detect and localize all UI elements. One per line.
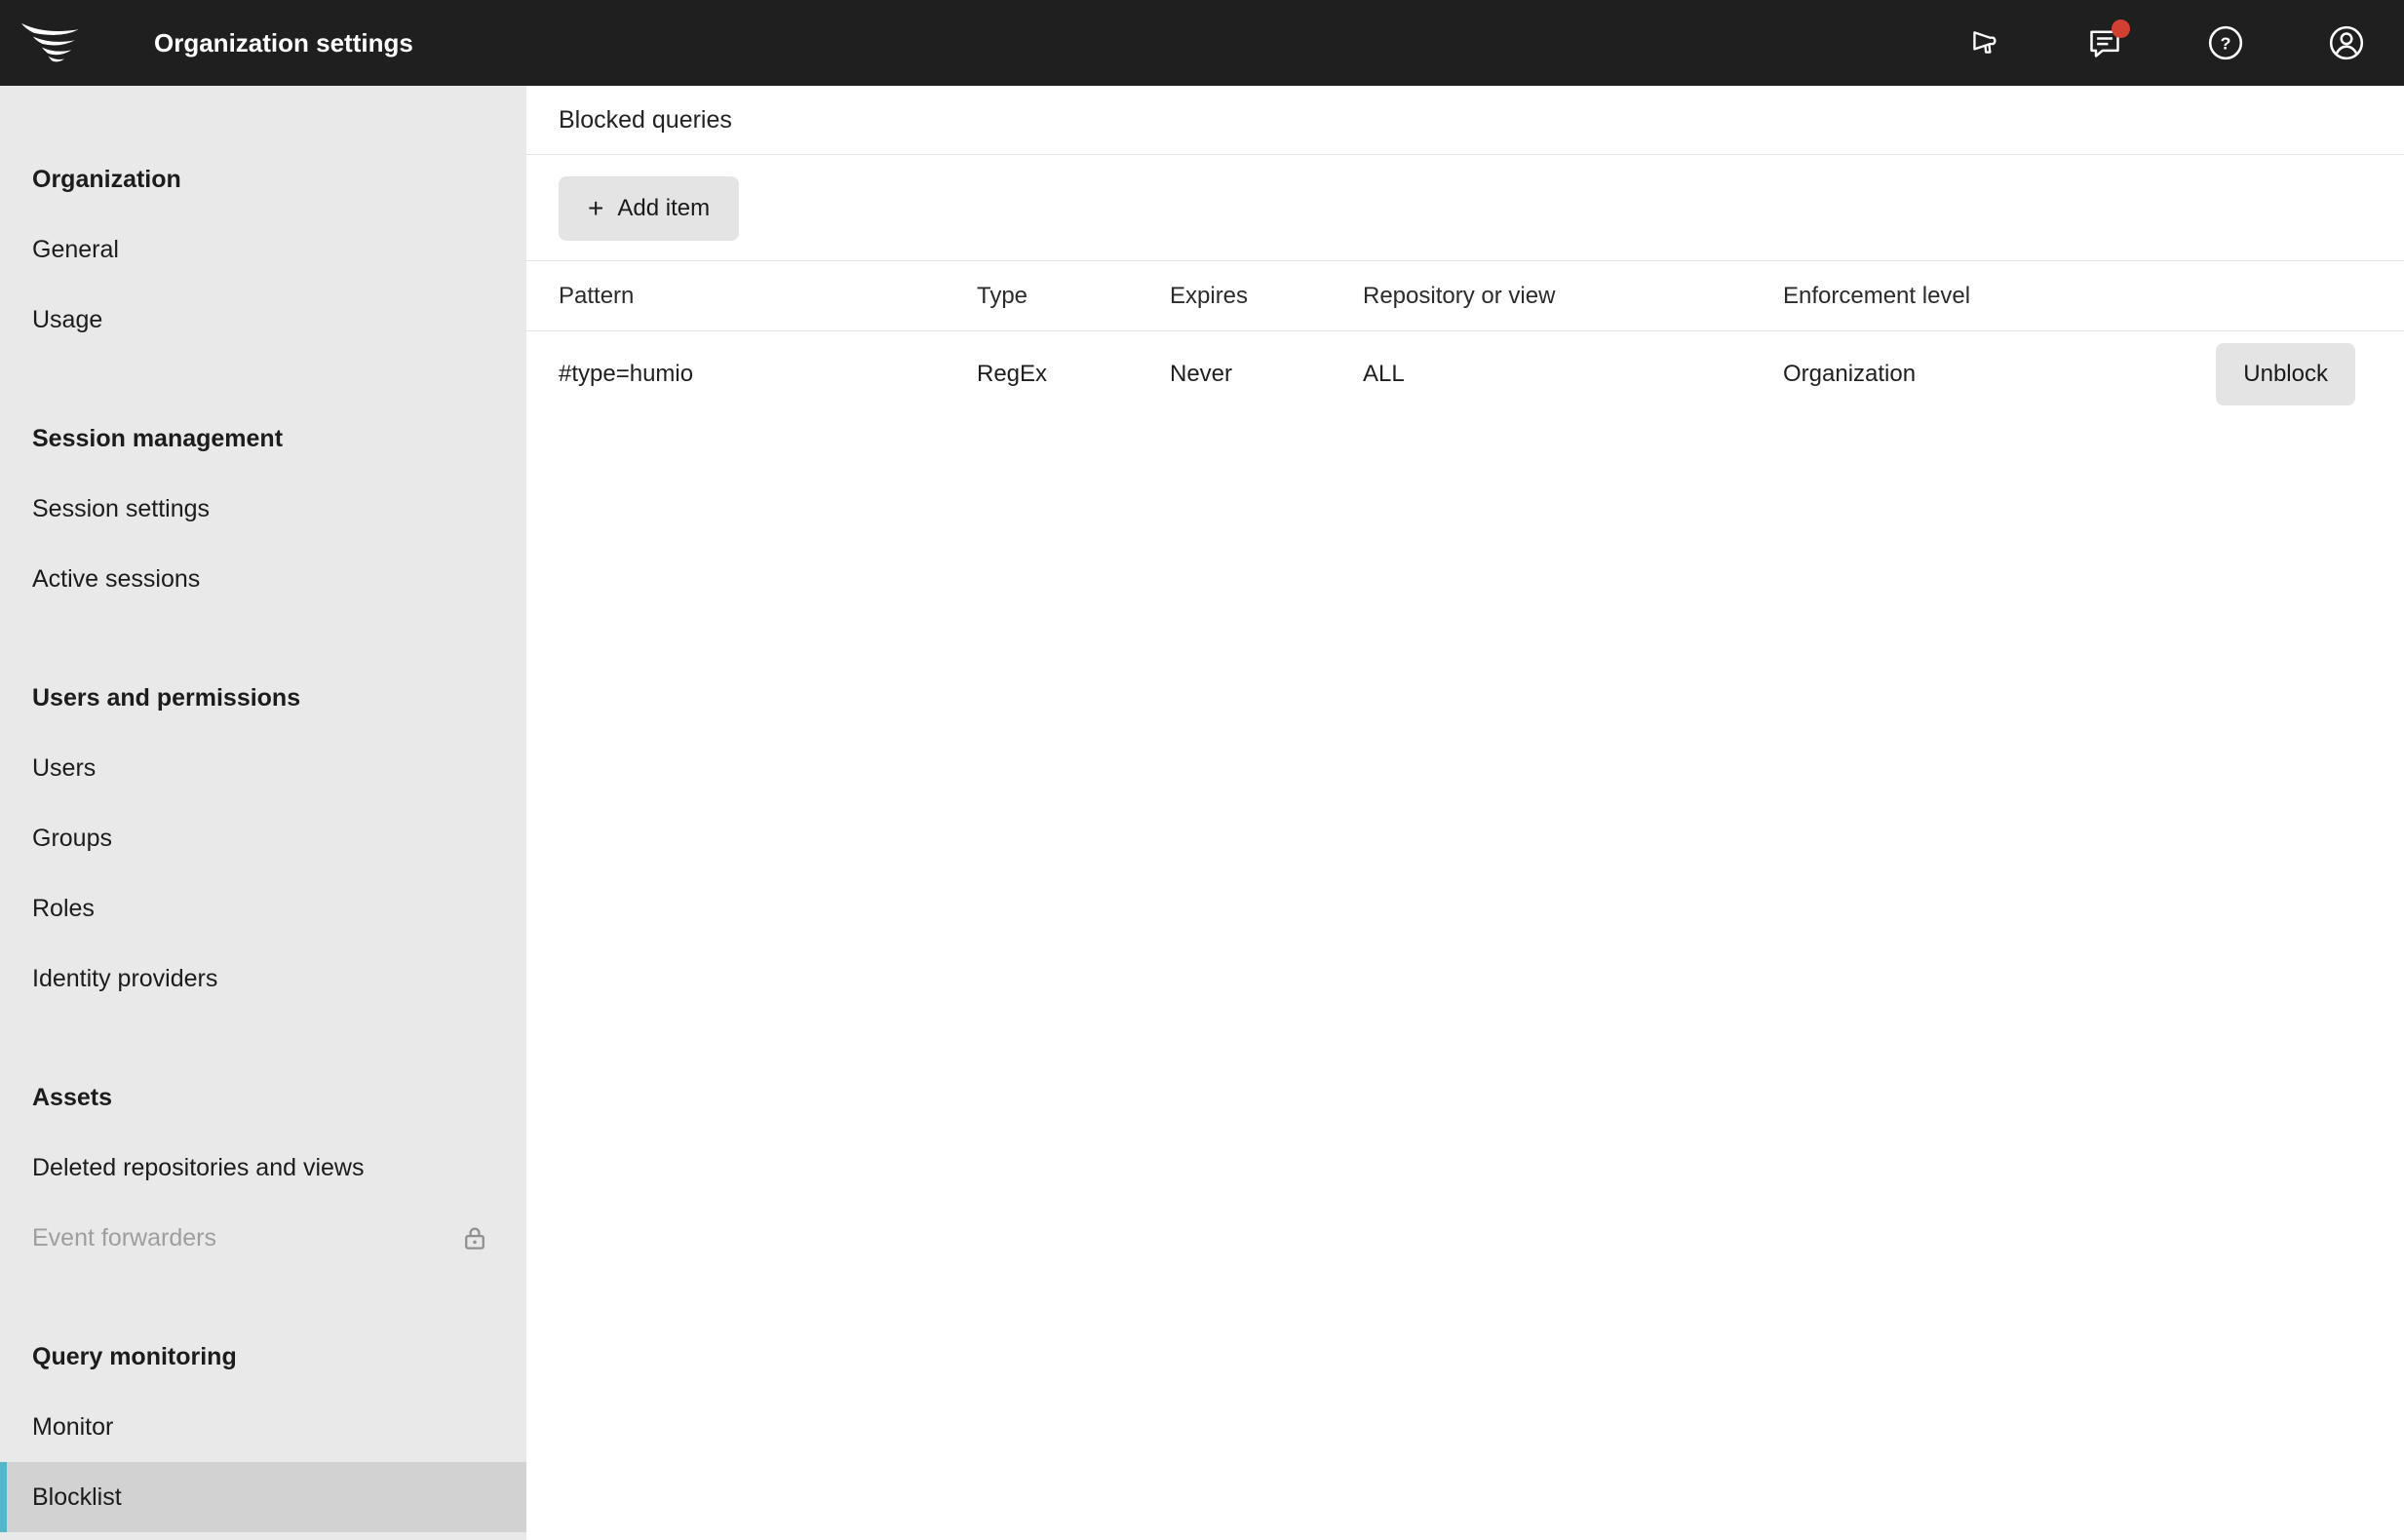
sidebar-item-label: Monitor xyxy=(32,1412,114,1441)
falcon-logo-svg xyxy=(21,22,79,62)
sidebar-item-monitor[interactable]: Monitor xyxy=(0,1392,526,1462)
sidebar-item-label: Session settings xyxy=(32,494,211,522)
profile-icon[interactable] xyxy=(2328,24,2365,61)
page-title: Organization settings xyxy=(154,27,413,58)
blocked-queries-table: Pattern Type Expires Repository or view Enfo… xyxy=(526,260,2404,417)
crowdstrike-logo-icon[interactable] xyxy=(0,20,107,65)
main-content: Blocked queries + Add item Pattern Type Ex… xyxy=(526,86,2404,1540)
table-header-row: Pattern Type Expires Repository or view Enfo… xyxy=(526,260,2404,331)
sidebar-item-label: Identity providers xyxy=(32,964,218,992)
sidebar-item-label: Roles xyxy=(32,894,95,922)
cell-expires: Never xyxy=(1170,361,1233,387)
sidebar-item-event-forwarders[interactable]: Event forwarders xyxy=(0,1203,526,1273)
announcements-icon[interactable] xyxy=(1965,24,2002,61)
sidebar-item-label: Event forwarders xyxy=(32,1223,216,1251)
column-header-repository-or-view: Repository or view xyxy=(1363,282,1556,309)
add-item-label: Add item xyxy=(617,195,711,221)
sidebar-item-usage[interactable]: Usage xyxy=(0,285,526,355)
sidebar-item-label: Usage xyxy=(32,305,103,333)
sidebar-item-roles[interactable]: Roles xyxy=(0,873,526,943)
sidebar-item-deleted-repositories-and-views[interactable]: Deleted repositories and views xyxy=(0,1133,526,1203)
cell-enforcement: Organization xyxy=(1783,361,1917,387)
plus-icon: + xyxy=(588,193,604,223)
sidebar-item-session-settings[interactable]: Session settings xyxy=(0,474,526,544)
topbar-icons: ? xyxy=(1965,19,2365,61)
sidebar-item-label: General xyxy=(32,235,119,263)
cell-repository: ALL xyxy=(1363,361,1405,387)
sidebar-item-label: Deleted repositories and views xyxy=(32,1153,365,1181)
sidebar-heading-assets: Assets xyxy=(32,1083,112,1111)
notification-dot xyxy=(2112,19,2130,38)
sidebar-heading-users-and-permissions: Users and permissions xyxy=(32,683,301,712)
sidebar-heading-query-monitoring: Query monitoring xyxy=(32,1342,237,1370)
column-header-enforcement-level: Enforcement level xyxy=(1783,282,1971,309)
unblock-button[interactable]: Unblock xyxy=(2216,343,2355,405)
sidebar-heading-organization: Organization xyxy=(32,165,181,193)
help-icon[interactable]: ? xyxy=(2207,24,2244,61)
table-row: #type=humio RegEx Never ALL Organization Unbl… xyxy=(526,331,2404,417)
add-item-button[interactable]: + Add item xyxy=(559,176,740,241)
main-header: Blocked queries xyxy=(526,86,2404,155)
sidebar: Organization General Usage Session manageme… xyxy=(0,86,526,1540)
sidebar-heading-session-management: Session management xyxy=(32,424,284,452)
sidebar-item-label: Users xyxy=(32,753,97,782)
sidebar-item-users[interactable]: Users xyxy=(0,733,526,803)
column-header-type: Type xyxy=(977,282,1028,309)
column-header-expires: Expires xyxy=(1170,282,1249,309)
svg-text:?: ? xyxy=(2221,33,2231,53)
sidebar-item-label: Blocklist xyxy=(32,1482,122,1511)
topbar: Organization settings ? xyxy=(0,0,2404,86)
sidebar-item-general[interactable]: General xyxy=(0,214,526,285)
lock-icon xyxy=(465,1227,485,1250)
section-title: Blocked queries xyxy=(559,105,732,134)
cell-type: RegEx xyxy=(977,361,1048,387)
sidebar-item-blocklist[interactable]: Blocklist xyxy=(0,1462,526,1532)
sidebar-item-groups[interactable]: Groups xyxy=(0,803,526,873)
sidebar-item-identity-providers[interactable]: Identity providers xyxy=(0,943,526,1014)
messages-icon[interactable] xyxy=(2086,19,2130,61)
sidebar-item-label: Groups xyxy=(32,824,112,852)
column-header-pattern: Pattern xyxy=(559,282,635,309)
toolbar: + Add item xyxy=(526,155,2404,260)
sidebar-item-label: Active sessions xyxy=(32,564,201,593)
cell-pattern: #type=humio xyxy=(559,361,694,387)
sidebar-item-active-sessions[interactable]: Active sessions xyxy=(0,544,526,614)
